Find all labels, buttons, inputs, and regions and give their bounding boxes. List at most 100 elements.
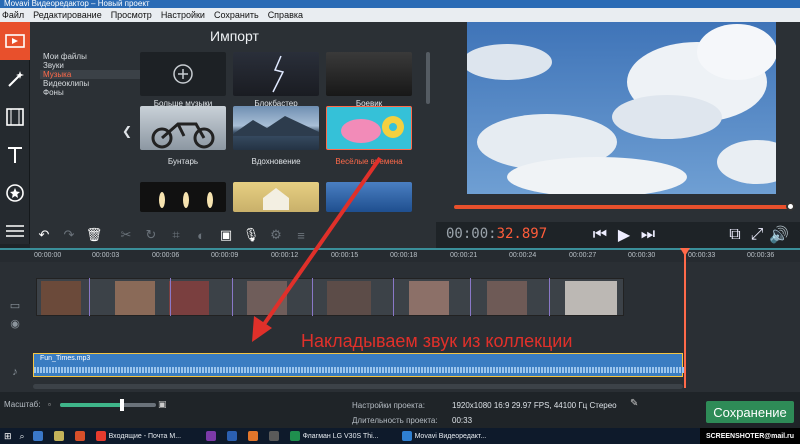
audio-track-header: ♪ <box>0 364 30 380</box>
play-button[interactable]: ▶ <box>612 226 636 244</box>
import-icon <box>5 34 25 48</box>
windows-icon: ⊞ <box>4 430 12 441</box>
plus-circle-icon <box>173 64 193 84</box>
import-scrollbar[interactable] <box>426 52 430 104</box>
image-button[interactable]: ▣ <box>215 224 237 246</box>
menu-edit[interactable]: Редактирование <box>33 10 102 20</box>
delete-button[interactable]: 🗑 <box>83 224 105 246</box>
audio-waveform <box>34 367 684 373</box>
playback-controls: ⏮ ▶ ⏭ <box>588 226 660 244</box>
search-taskbar-button[interactable]: ⌕ <box>16 428 29 444</box>
collapse-panel-button[interactable]: ❮ <box>122 124 132 138</box>
os-taskbar: ⊞ ⌕ Входящие - Почта M... Флагман LG V30… <box>0 428 800 444</box>
category-music[interactable]: Музыка <box>40 70 150 79</box>
clip-transition[interactable] <box>470 278 471 316</box>
zoom-slider-knob[interactable] <box>120 399 125 411</box>
prev-button[interactable]: ⏮ <box>588 226 612 244</box>
app-icon <box>268 431 279 441</box>
taskbar-app[interactable] <box>244 428 265 444</box>
cut-button[interactable]: ✂ <box>115 224 137 246</box>
rotate-button[interactable]: ↻ <box>140 224 162 246</box>
audio-clip[interactable]: Fun_Times.mp3 <box>33 353 684 377</box>
menu-file[interactable]: Файл <box>2 10 24 20</box>
clip-thumbnail <box>115 281 155 315</box>
tile-candles[interactable] <box>140 182 226 212</box>
clip-transition[interactable] <box>170 278 171 316</box>
taskbar-app[interactable] <box>71 428 92 444</box>
zoom-out-icon[interactable]: ▫ <box>48 400 51 409</box>
filters-tool-button[interactable] <box>0 60 30 98</box>
tile-rebel[interactable] <box>140 106 226 150</box>
timeline-scrollbar[interactable] <box>33 384 683 389</box>
zoom-in-icon[interactable]: ▣ <box>158 399 167 410</box>
save-button[interactable]: Сохранение <box>706 401 794 423</box>
start-button[interactable]: ⊞ <box>0 428 16 444</box>
menu-save[interactable]: Сохранить <box>214 10 259 20</box>
redo-button[interactable]: ↷ <box>58 224 80 246</box>
tile-fun-times[interactable] <box>326 106 412 150</box>
image-icon: ▣ <box>219 227 233 242</box>
tile-action[interactable] <box>326 52 412 96</box>
undo-button[interactable]: ↶ <box>33 224 55 246</box>
taskbar-movavi[interactable]: Movavi Видеоредакт... <box>398 428 508 444</box>
clip-thumbnail <box>169 281 209 315</box>
taskbar-label: Флагман LG V30S Thi... <box>302 432 379 440</box>
taskbar-app[interactable] <box>202 428 223 444</box>
category-sounds[interactable]: Звуки <box>40 61 150 70</box>
timeline-ruler[interactable]: 00:00:00 00:00:03 00:00:06 00:00:09 00:0… <box>0 248 800 262</box>
ruler-tick: 00:00:06 <box>152 252 180 259</box>
window-title: Movavi Видеоредактор – Новый проект <box>0 0 800 8</box>
clip-transition[interactable] <box>89 278 90 316</box>
fullscreen-button[interactable]: ⤢ <box>746 226 768 244</box>
titles-tool-button[interactable] <box>0 136 30 174</box>
clip-transition[interactable] <box>549 278 550 316</box>
timecode-current: 32.897 <box>496 226 548 242</box>
menu-settings[interactable]: Настройки <box>161 10 205 20</box>
annotation-arrow <box>252 156 382 342</box>
clip-transition[interactable] <box>232 278 233 316</box>
crop-button[interactable]: ⌗ <box>165 224 187 246</box>
category-backgrounds[interactable]: Фоны <box>40 88 150 97</box>
tile-blockbuster[interactable] <box>233 52 319 96</box>
visibility-toggle[interactable]: ◉ <box>0 316 30 330</box>
stickers-tool-button[interactable] <box>0 174 30 212</box>
taskbar-app[interactable] <box>223 428 244 444</box>
pencil-icon[interactable]: ✎ <box>630 398 638 409</box>
taskbar-browser[interactable]: Флагман LG V30S Thi... <box>286 428 398 444</box>
project-duration-label: Длительность проекта: <box>352 416 438 425</box>
more-tools-button[interactable] <box>0 212 30 250</box>
undo-icon: ↶ <box>38 227 50 242</box>
transitions-tool-button[interactable] <box>0 98 30 136</box>
category-videoclips[interactable]: Видеоклипы <box>40 79 150 88</box>
video-track-header: ▭ <box>0 296 30 314</box>
color-button[interactable]: ◐ <box>190 224 212 246</box>
detach-preview-button[interactable]: ⧉ <box>724 226 746 244</box>
taskbar-app[interactable] <box>265 428 286 444</box>
project-settings-value: 1920x1080 16:9 29.97 FPS, 44100 Гц Стере… <box>452 401 617 410</box>
taskbar-label: Входящие - Почта M... <box>108 432 182 440</box>
watermark: SCREENSHOTER@mail.ru <box>700 428 800 444</box>
volume-button[interactable]: 🔊 <box>768 226 790 244</box>
menu-help[interactable]: Справка <box>268 10 303 20</box>
seekbar-knob[interactable] <box>786 202 795 211</box>
taskbar-mail[interactable]: Входящие - Почта M... <box>92 428 202 444</box>
timecode-prefix: 00:00: <box>446 226 497 242</box>
titles-icon <box>8 147 22 163</box>
next-button[interactable]: ⏭ <box>636 226 660 244</box>
annotation-text: Накладываем звук из коллекции <box>301 331 573 351</box>
category-my-files[interactable]: Мои файлы <box>40 52 150 61</box>
mountain-lake-image <box>233 116 319 136</box>
taskbar-app[interactable] <box>29 428 50 444</box>
tile-more-music[interactable] <box>140 52 226 96</box>
import-tool-button[interactable] <box>0 22 30 60</box>
filmstrip-icon <box>6 108 24 126</box>
timeline-playhead[interactable] <box>684 248 686 388</box>
menu-view[interactable]: Просмотр <box>111 10 152 20</box>
taskbar-app[interactable] <box>50 428 71 444</box>
ruler-tick: 00:00:33 <box>688 252 716 259</box>
search-icon: ⌕ <box>19 430 25 441</box>
tile-inspiration[interactable] <box>233 106 319 150</box>
app-icon <box>74 431 85 441</box>
preview-seekbar[interactable] <box>454 205 792 209</box>
ruler-tick: 00:00:00 <box>34 252 62 259</box>
